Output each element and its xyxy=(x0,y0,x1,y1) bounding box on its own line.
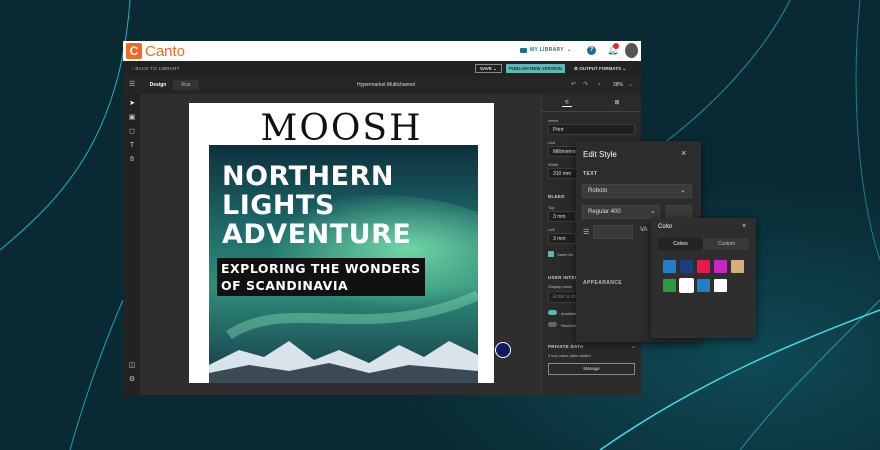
intent-label: Intent xyxy=(548,118,559,123)
unit-label: Unit xyxy=(548,140,556,145)
restricted-toggle[interactable] xyxy=(548,322,557,327)
close-icon[interactable]: × xyxy=(742,223,746,230)
chevron-down-icon: ⌄ xyxy=(650,208,656,215)
canto-logo[interactable]: C Canto xyxy=(126,43,185,60)
left-label: Left xyxy=(548,227,555,232)
list-icon[interactable]: ☰ xyxy=(583,228,589,236)
color-picker-popover: Color × Colors Custom xyxy=(651,218,756,338)
zoom-level[interactable]: 28% xyxy=(613,80,623,90)
headline-line: NORTHERN xyxy=(222,161,394,192)
bleed-top-input[interactable]: 3 mm xyxy=(548,211,576,222)
library-icon xyxy=(520,47,527,53)
font-size-input[interactable] xyxy=(666,205,692,219)
line-height-input[interactable] xyxy=(593,225,633,239)
layout-tab-icon[interactable]: ⊠ xyxy=(612,99,622,107)
output-formats-button[interactable]: ⚙ OUTPUT FORMATS ⌄ xyxy=(574,64,626,73)
headline-line: ADVENTURE xyxy=(222,219,412,250)
save-button[interactable]: SAVE ⌄ xyxy=(475,64,502,73)
close-icon[interactable]: × xyxy=(681,148,686,158)
settings-gear-icon[interactable]: ⚙ xyxy=(128,376,136,384)
tab-run[interactable]: Run xyxy=(173,80,199,90)
font-weight-select[interactable]: Regular 400 xyxy=(582,205,660,219)
editor-toolbar: ☰ Design Run Hypermarket Multichannel ↶ … xyxy=(123,76,641,94)
pan-tool-icon[interactable]: ✋︎ xyxy=(128,156,136,164)
color-swatch[interactable] xyxy=(714,260,727,273)
headline-line: LIGHTS xyxy=(222,190,335,221)
top-bar: C Canto MY LIBRARY ⌄ ? 🔔︎ xyxy=(123,41,641,61)
color-picker-title: Color xyxy=(658,224,673,230)
intent-select[interactable]: Print xyxy=(548,124,635,135)
chevron-down-icon: ⌄ xyxy=(566,47,572,53)
select-tool-icon[interactable]: ➤ xyxy=(128,100,136,108)
canto-app-window: C Canto MY LIBRARY ⌄ ? 🔔︎ ‹ BACK TO LIBR… xyxy=(123,41,641,395)
appearance-section-title: APPEARANCE xyxy=(583,280,623,286)
private-data-chevron-icon[interactable]: ⌄ xyxy=(631,343,636,350)
subheadline-line: OF SCANDINAVIA xyxy=(221,278,349,293)
properties-tab-icon[interactable]: ⚟ xyxy=(562,99,572,107)
shape-tool-icon[interactable]: ◻ xyxy=(128,128,136,136)
help-icon[interactable]: ? xyxy=(587,46,596,55)
private-data-note: 0 key-value pairs added xyxy=(548,353,591,358)
color-swatch[interactable] xyxy=(663,260,676,273)
aurora-photo[interactable]: NORTHERN LIGHTS ADVENTURE EXPLORING THE … xyxy=(209,145,478,383)
color-swatch[interactable] xyxy=(663,279,676,292)
available-toggle[interactable] xyxy=(548,310,557,315)
document-page[interactable]: MOOSH NORTHERN LIGHTS ADVENTURE EXPLORIN… xyxy=(189,103,494,383)
subheadline-box[interactable]: EXPLORING THE WONDERS OF SCANDINAVIA xyxy=(217,258,425,296)
color-swatch[interactable] xyxy=(697,260,710,273)
same-for-label: Same for xyxy=(557,252,574,257)
image-tool-icon[interactable]: ▣ xyxy=(128,114,136,122)
notification-badge xyxy=(613,43,619,49)
zoom-chevron-down-icon[interactable]: ⌄ xyxy=(628,80,633,90)
tab-design[interactable]: Design xyxy=(148,80,168,90)
tab-colors[interactable]: Colors xyxy=(658,238,703,250)
font-family-select[interactable]: Roboto xyxy=(582,184,692,198)
redo-icon[interactable]: ↷ xyxy=(583,80,588,90)
same-for-checkbox[interactable] xyxy=(548,251,554,257)
my-library-label: MY LIBRARY xyxy=(530,47,564,53)
letter-spacing-icon[interactable]: VA xyxy=(640,227,648,233)
tool-rail: ➤ ▣ ◻ T ✋︎ ◫ ⚙ xyxy=(123,94,140,395)
manage-button[interactable]: Manage xyxy=(548,363,635,375)
width-label: Width xyxy=(548,162,559,167)
undo-icon[interactable]: ↶ xyxy=(571,80,576,90)
color-tabs: Colors Custom xyxy=(658,238,749,250)
headline-text[interactable]: NORTHERN LIGHTS ADVENTURE xyxy=(222,162,411,249)
private-data-section-title: PRIVATE DATA xyxy=(548,344,584,349)
chat-support-icon[interactable] xyxy=(495,342,511,358)
color-swatch[interactable] xyxy=(697,279,710,292)
back-to-library-link[interactable]: ‹ BACK TO LIBRARY xyxy=(132,66,180,71)
my-library-button[interactable]: MY LIBRARY ⌄ xyxy=(520,47,571,53)
document-title: Hypermarket Multichannel xyxy=(357,82,416,88)
chevron-down-icon: ⌄ xyxy=(680,187,686,194)
avatar[interactable] xyxy=(625,43,638,58)
canto-logo-mark: C xyxy=(126,43,142,59)
hamburger-menu-icon[interactable]: ☰ xyxy=(129,80,135,88)
layers-icon[interactable]: ◫ xyxy=(128,362,136,370)
available-label: Available xyxy=(561,311,578,316)
color-swatch[interactable] xyxy=(714,279,727,292)
tab-custom[interactable]: Custom xyxy=(704,238,749,250)
display-name-label: Display name xyxy=(548,284,573,289)
color-swatch[interactable] xyxy=(731,260,744,273)
text-section-title: TEXT xyxy=(583,171,598,177)
design-canvas[interactable]: MOOSH NORTHERN LIGHTS ADVENTURE EXPLORIN… xyxy=(140,94,541,395)
document-actions-bar: ‹ BACK TO LIBRARY SAVE ⌄ PUBLISH NEW VER… xyxy=(123,61,641,76)
color-swatch[interactable] xyxy=(679,278,694,293)
brand-title-text[interactable]: MOOSH xyxy=(189,108,494,149)
brand-name: Canto xyxy=(145,42,186,60)
properties-tabs: ⚟ ⊠ xyxy=(542,94,641,112)
edit-style-title: Edit Style xyxy=(583,150,617,159)
preview-icon[interactable]: ◔ xyxy=(597,80,601,90)
bleed-section-title: BLEED xyxy=(548,194,565,199)
bleed-left-input[interactable]: 3 mm xyxy=(548,233,576,244)
top-label: Top xyxy=(548,205,555,210)
subheadline-line: EXPLORING THE WONDERS xyxy=(221,261,421,276)
color-swatch[interactable] xyxy=(680,260,693,273)
width-input[interactable]: 310 mm xyxy=(548,168,578,179)
text-tool-icon[interactable]: T xyxy=(128,142,136,150)
publish-new-version-button[interactable]: PUBLISH NEW VERSION xyxy=(506,64,566,73)
